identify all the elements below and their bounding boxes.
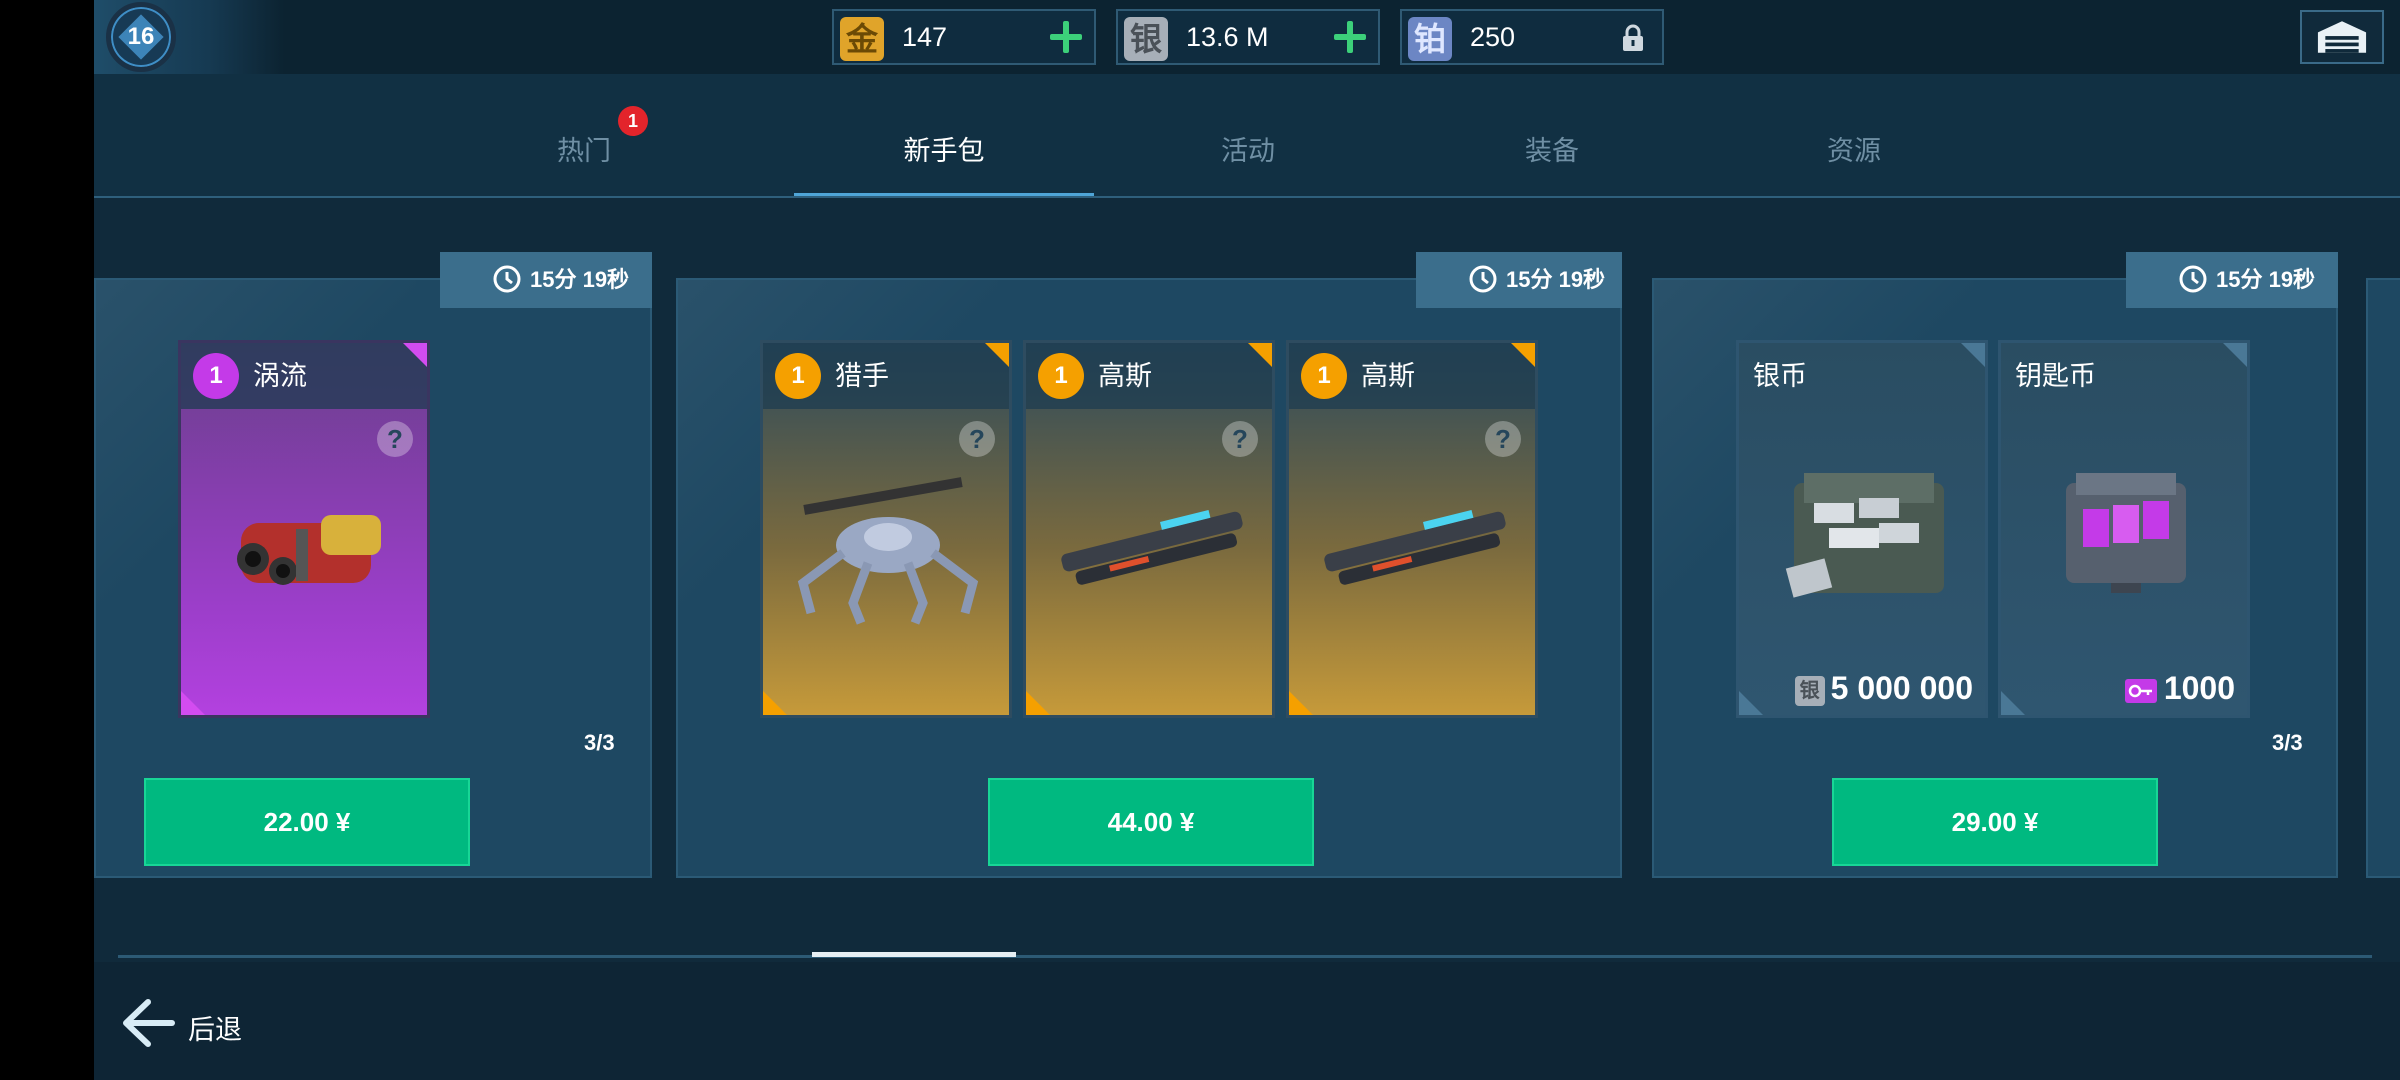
tab-starter-pack[interactable]: 新手包: [794, 136, 1094, 196]
tab-resources[interactable]: 资源: [1704, 136, 2004, 196]
offer-timer: 15分 19秒: [2126, 252, 2338, 308]
tab-equipment[interactable]: 装备: [1402, 136, 1702, 196]
garage-icon: [2317, 21, 2367, 53]
help-icon[interactable]: ?: [1222, 421, 1258, 457]
buy-button[interactable]: 22.00 ¥: [144, 778, 470, 866]
garage-button[interactable]: [2300, 10, 2384, 64]
key-icon: [2124, 678, 2157, 703]
back-arrow-icon: [123, 999, 175, 1047]
item-name: 钥匙币: [2015, 361, 2096, 391]
timer-text: 15分 19秒: [2216, 267, 2316, 292]
add-silver-button[interactable]: [1334, 21, 1366, 53]
timer-text: 15分 19秒: [530, 267, 630, 292]
silver-currency: 银 13.6 M: [1116, 9, 1380, 65]
item-name: 涡流: [253, 361, 307, 391]
tab-hot[interactable]: 热门 1: [434, 106, 734, 196]
tab-label: 新手包: [903, 136, 985, 166]
item-name: 高斯: [1098, 361, 1152, 391]
help-icon[interactable]: ?: [959, 421, 995, 457]
item-card-key-coin[interactable]: 钥匙币 1000: [1998, 340, 2250, 718]
help-icon[interactable]: ?: [1485, 421, 1521, 457]
clock-icon: [1469, 265, 1497, 293]
item-level: 1: [1038, 353, 1084, 399]
vortex-weapon-icon: [237, 515, 381, 585]
tab-events[interactable]: 活动: [1098, 136, 1398, 196]
tab-label: 热门: [557, 136, 611, 166]
player-level-area[interactable]: 16: [94, 0, 284, 74]
item-level: 1: [1301, 353, 1347, 399]
player-level: 16: [127, 23, 155, 50]
gold-value: 147: [902, 22, 948, 52]
tab-label: 装备: [1525, 136, 1579, 166]
purchase-count: 3/3: [584, 730, 615, 755]
hunter-robot-icon: [797, 477, 979, 625]
offer-card-peek: [2366, 278, 2400, 878]
tab-notification-badge: 1: [618, 106, 648, 136]
gauss-weapon-icon: [1061, 509, 1243, 585]
item-card-silver[interactable]: 银币 银5 000 000: [1736, 340, 1988, 718]
item-amount: 银5 000 000: [1794, 670, 1973, 707]
tab-label: 活动: [1221, 136, 1275, 166]
item-card-gauss[interactable]: 1 高斯 ?: [1023, 340, 1275, 718]
platinum-currency: 铂 250: [1400, 9, 1664, 65]
top-bar: 16 金 147 银 13.6 M 铂 250: [94, 0, 2400, 74]
silver-icon: 银: [1124, 17, 1168, 61]
offer-timer: 15分 19秒: [440, 252, 652, 308]
scrollbar-thumb[interactable]: [812, 952, 1016, 957]
shop-screen: 16 金 147 银 13.6 M 铂 250 热门 1 新手包 活动 装备 资…: [94, 0, 2400, 1080]
item-name: 猎手: [835, 361, 889, 391]
item-amount: 1000: [2124, 670, 2235, 707]
platinum-icon: 铂: [1408, 17, 1452, 61]
item-amount-value: 1000: [2163, 670, 2235, 706]
timer-text: 15分 19秒: [1506, 267, 1606, 292]
help-icon[interactable]: ?: [377, 421, 413, 457]
add-gold-button[interactable]: [1050, 21, 1082, 53]
item-card-hunter[interactable]: 1 猎手 ?: [760, 340, 1012, 718]
silver-chest-icon: [1785, 473, 1944, 598]
item-card-vortex[interactable]: 1 涡流 ?: [178, 340, 430, 718]
item-level: 1: [775, 353, 821, 399]
back-label: 后退: [188, 1015, 242, 1045]
item-name: 银币: [1753, 361, 1807, 391]
shop-tabs: 热门 1 新手包 活动 装备 资源: [94, 74, 2400, 198]
item-card-gauss[interactable]: 1 高斯 ?: [1286, 340, 1538, 718]
buy-button[interactable]: 29.00 ¥: [1832, 778, 2158, 866]
item-amount-value: 5 000 000: [1830, 670, 1973, 706]
purchase-count: 3/3: [2272, 730, 2303, 755]
gauss-weapon-icon: [1324, 509, 1506, 585]
item-level: 1: [193, 353, 239, 399]
key-chest-icon: [2066, 473, 2186, 593]
item-name: 高斯: [1361, 361, 1415, 391]
buy-button[interactable]: 44.00 ¥: [988, 778, 1314, 866]
back-button[interactable]: 后退: [122, 998, 242, 1058]
gold-currency: 金 147: [832, 9, 1096, 65]
tab-label: 资源: [1827, 136, 1881, 166]
clock-icon: [2179, 265, 2207, 293]
offer-timer: 15分 19秒: [1416, 252, 1622, 308]
platinum-value: 250: [1470, 22, 1516, 52]
clock-icon: [493, 265, 521, 293]
player-level-badge[interactable]: 16: [106, 2, 176, 72]
silver-value: 13.6 M: [1186, 22, 1269, 52]
horizontal-scrollbar[interactable]: [118, 955, 2372, 958]
gold-icon: 金: [840, 17, 884, 61]
lock-icon[interactable]: [1618, 23, 1648, 53]
silver-icon: 银: [1794, 675, 1825, 706]
bottom-bar: 后退: [94, 962, 2400, 1080]
